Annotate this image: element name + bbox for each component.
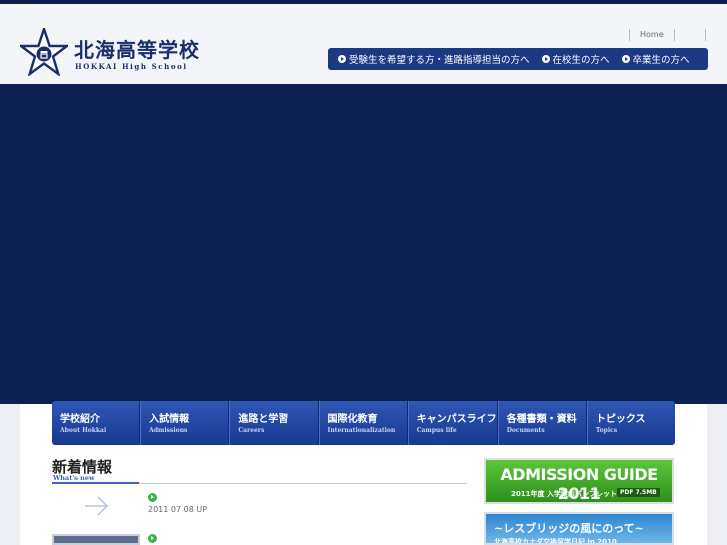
play-arrow-icon xyxy=(541,55,550,63)
audience-label: 受験生を希望する方・進路指導担当の方へ xyxy=(349,55,530,66)
audience-label: 卒業生の方へ xyxy=(632,55,690,66)
divider xyxy=(673,29,675,41)
news-subheading: What's new xyxy=(53,474,95,482)
nav-label: 国際化教育 xyxy=(327,414,378,425)
nav-label: トピックス xyxy=(595,414,646,425)
play-arrow-icon xyxy=(621,55,630,63)
divider xyxy=(52,482,139,484)
nav-sublabel: Admissions xyxy=(149,427,188,434)
pdf-badge: PDF 7.5MB xyxy=(617,488,660,497)
page-shade-right xyxy=(707,404,727,545)
banner-title: ~レスブリッジの風にのって~ xyxy=(494,522,644,535)
audience-link-applicants[interactable]: 受験生を希望する方・進路指導担当の方へ xyxy=(338,52,530,66)
news-thumbnail[interactable] xyxy=(52,492,140,522)
nav-sublabel: Campus life xyxy=(416,427,457,434)
nav-item-international[interactable]: 国際化教育 Internationalization xyxy=(318,401,408,445)
nav-item-campus-life[interactable]: キャンパスライフ Campus life xyxy=(407,401,498,445)
school-name-en: HOKKAI High School xyxy=(75,62,188,71)
nav-sublabel: Topics xyxy=(595,427,618,434)
audience-bar: 受験生を希望する方・進路指導担当の方へ 在校生の方へ 卒業生の方へ xyxy=(328,48,708,70)
school-name: 北海高等学校 xyxy=(74,38,200,62)
nav-sublabel: About Hokkai xyxy=(60,427,107,434)
nav-label: 各種書類・資料 xyxy=(506,414,577,425)
nav-sublabel: Internationalization xyxy=(327,427,396,434)
nav-label: 入試情報 xyxy=(149,414,190,425)
nav-item-about[interactable]: 学校紹介 About Hokkai xyxy=(52,401,141,445)
home-link[interactable]: Home xyxy=(630,28,674,42)
news-thumbnail[interactable] xyxy=(52,534,140,545)
play-arrow-icon xyxy=(148,534,157,543)
school-logo[interactable]: 北海高等学校 HOKKAI High School xyxy=(20,28,200,78)
hero-banner xyxy=(0,84,727,404)
global-nav: 学校紹介 About Hokkai 入試情報 Admissions 進路と学習 … xyxy=(52,401,675,445)
header: 北海高等学校 HOKKAI High School Home 受験生を希望する方… xyxy=(0,4,727,84)
nav-item-careers[interactable]: 進路と学習 Careers xyxy=(229,401,319,445)
banner-subtitle: 北海高校カナダ交換留学日記 in 2010 xyxy=(494,538,617,545)
nav-label: 進路と学習 xyxy=(238,414,289,425)
audience-label: 在校生の方へ xyxy=(552,55,610,66)
divider xyxy=(704,29,706,41)
utility-links: Home xyxy=(629,28,706,42)
page-shade-left xyxy=(0,404,20,545)
nav-item-topics[interactable]: トピックス Topics xyxy=(586,401,675,445)
banner-subtitle: 2011年度 入学案内パンフレット xyxy=(511,490,618,498)
exchange-diary-banner[interactable]: ~レスブリッジの風にのって~ 北海高校カナダ交換留学日記 in 2010 xyxy=(484,512,674,545)
arrow-right-icon xyxy=(85,496,109,516)
admission-guide-banner[interactable]: ADMISSION GUIDE 2011 2011年度 入学案内パンフレット P… xyxy=(484,458,674,504)
nav-label: 学校紹介 xyxy=(60,414,100,425)
nav-sublabel: Documents xyxy=(506,427,545,434)
star-logo-icon xyxy=(20,28,68,76)
divider xyxy=(139,483,467,484)
nav-sublabel: Careers xyxy=(238,427,265,434)
audience-link-alumni[interactable]: 卒業生の方へ xyxy=(621,52,690,66)
play-arrow-icon xyxy=(148,493,157,502)
nav-item-admissions[interactable]: 入試情報 Admissions xyxy=(140,401,230,445)
news-date: 2011 07 08 UP xyxy=(148,505,208,514)
nav-item-documents[interactable]: 各種書類・資料 Documents xyxy=(497,401,587,445)
play-arrow-icon xyxy=(338,55,346,63)
audience-link-students[interactable]: 在校生の方へ xyxy=(541,52,610,66)
nav-label: キャンパスライフ xyxy=(416,414,497,425)
